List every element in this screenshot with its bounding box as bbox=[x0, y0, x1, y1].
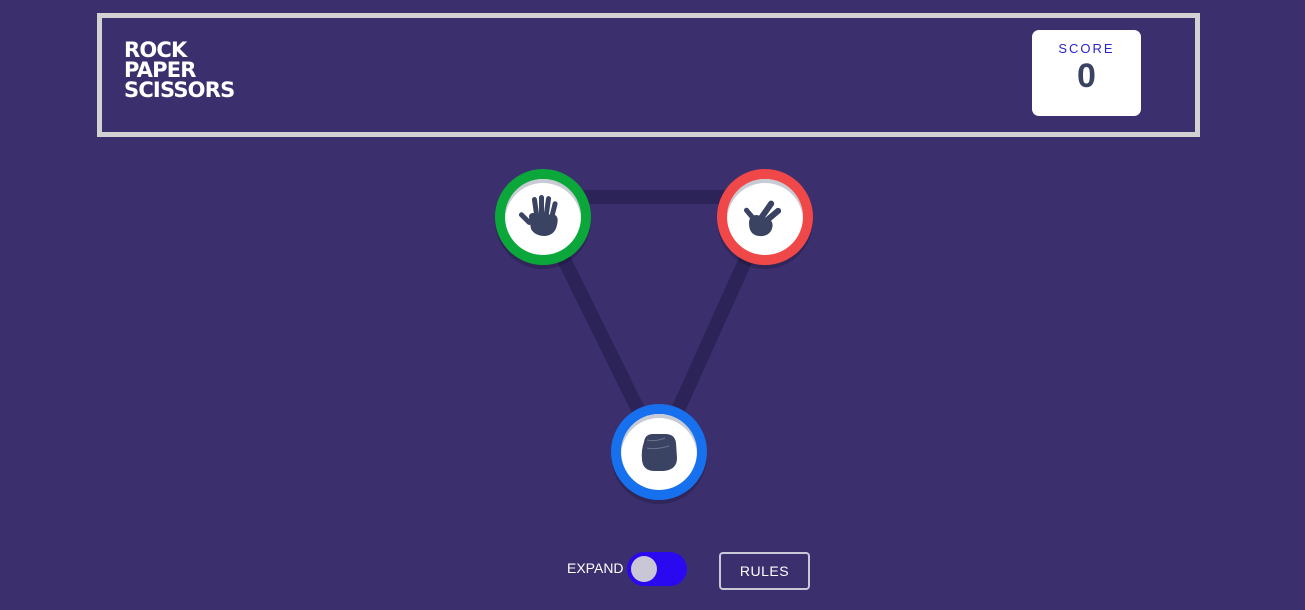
game-stage: ROCK PAPER SCISSORS SCORE 0 EXPAND RULES bbox=[0, 0, 1305, 610]
paper-token[interactable] bbox=[495, 169, 591, 265]
rock-token-face bbox=[621, 414, 697, 490]
score-box: SCORE 0 bbox=[1032, 30, 1141, 116]
expand-toggle[interactable] bbox=[627, 552, 687, 586]
scissors-token-face bbox=[727, 179, 803, 255]
rock-fist-icon bbox=[641, 434, 677, 471]
game-logo: ROCK PAPER SCISSORS bbox=[124, 38, 235, 102]
scissors-hand-icon bbox=[743, 200, 782, 237]
paper-hand-icon bbox=[519, 195, 558, 236]
expand-label: EXPAND bbox=[567, 560, 624, 576]
logo-line-paper: PAPER bbox=[124, 58, 196, 82]
header-bar: ROCK PAPER SCISSORS SCORE 0 bbox=[97, 13, 1200, 137]
logo-line-rock: ROCK bbox=[124, 38, 187, 62]
score-label: SCORE bbox=[1058, 41, 1115, 56]
toggle-knob bbox=[631, 556, 657, 582]
score-value: 0 bbox=[1077, 57, 1096, 95]
paper-token-face bbox=[505, 179, 581, 255]
rock-token[interactable] bbox=[611, 404, 707, 500]
rules-button[interactable]: RULES bbox=[719, 552, 810, 590]
logo-line-scissors: SCISSORS bbox=[124, 78, 235, 102]
scissors-token[interactable] bbox=[717, 169, 813, 265]
